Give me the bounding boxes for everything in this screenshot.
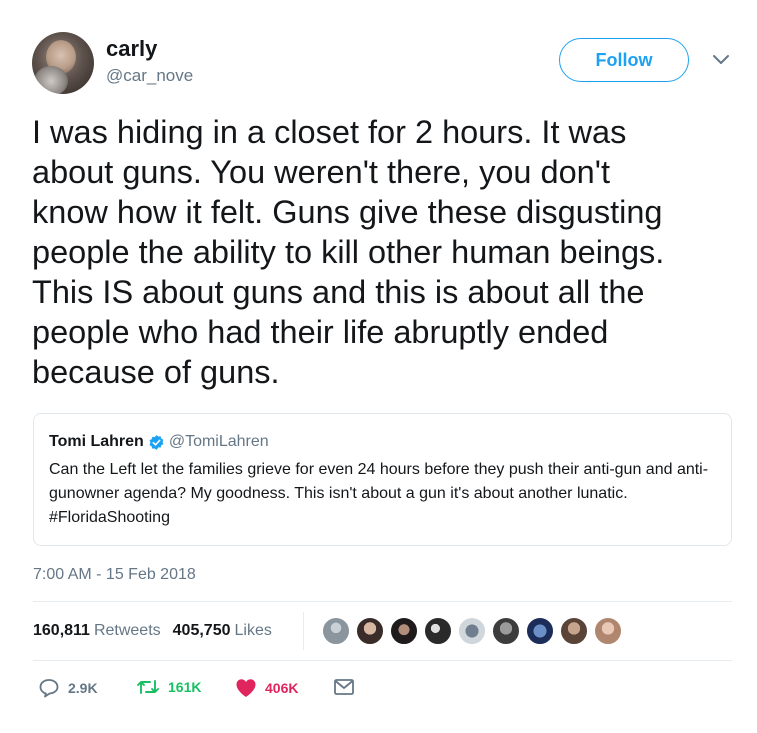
likes-count[interactable]: 405,750: [173, 622, 231, 640]
liker-avatar[interactable]: [559, 616, 589, 646]
stats-separator: [303, 612, 304, 650]
verified-badge-icon: [149, 434, 164, 450]
direct-message-action[interactable]: [333, 678, 363, 696]
liker-avatar[interactable]: [423, 616, 453, 646]
retweets-count[interactable]: 160,811: [33, 622, 90, 640]
quoted-tweet-header: Tomi Lahren @TomiLahren: [49, 433, 269, 451]
tweet-text: I was hiding in a closet for 2 hours. It…: [32, 114, 665, 390]
divider: [33, 660, 732, 661]
reply-icon: [39, 679, 59, 698]
retweet-count: 161K: [168, 679, 202, 695]
retweet-action[interactable]: 161K: [136, 678, 201, 696]
follow-button[interactable]: Follow: [559, 38, 689, 82]
envelope-icon: [334, 679, 354, 695]
liker-avatar[interactable]: [525, 616, 555, 646]
divider: [33, 601, 732, 602]
quoted-tweet[interactable]: Tomi Lahren @TomiLahren Can the Left let…: [33, 413, 732, 546]
like-count: 406K: [265, 680, 299, 696]
liker-avatar[interactable]: [389, 616, 419, 646]
reply-count: 2.9K: [68, 680, 98, 696]
author-avatar[interactable]: [32, 32, 94, 94]
author-display-name[interactable]: carly: [106, 36, 157, 62]
like-action[interactable]: 406K: [235, 678, 298, 698]
heart-icon: [236, 679, 256, 697]
likes-label[interactable]: Likes: [235, 622, 272, 640]
tweet-timestamp[interactable]: 7:00 AM - 15 Feb 2018: [33, 566, 196, 584]
quoted-author-handle: @TomiLahren: [168, 433, 269, 450]
reply-action[interactable]: 2.9K: [38, 678, 98, 698]
chevron-down-icon[interactable]: [711, 53, 731, 67]
retweets-label[interactable]: Retweets: [94, 622, 161, 640]
quoted-tweet-text: Can the Left let the families grieve for…: [49, 461, 709, 526]
author-handle[interactable]: @car_nove: [106, 66, 193, 86]
liker-avatar[interactable]: [355, 616, 385, 646]
retweet-icon: [137, 680, 159, 694]
engagement-stats: 160,811 Retweets 405,750 Likes: [33, 622, 272, 640]
liker-avatar[interactable]: [457, 616, 487, 646]
liker-avatar[interactable]: [491, 616, 521, 646]
quoted-author-name: Tomi Lahren: [49, 433, 144, 450]
liker-avatar[interactable]: [321, 616, 351, 646]
liker-avatar[interactable]: [593, 616, 623, 646]
